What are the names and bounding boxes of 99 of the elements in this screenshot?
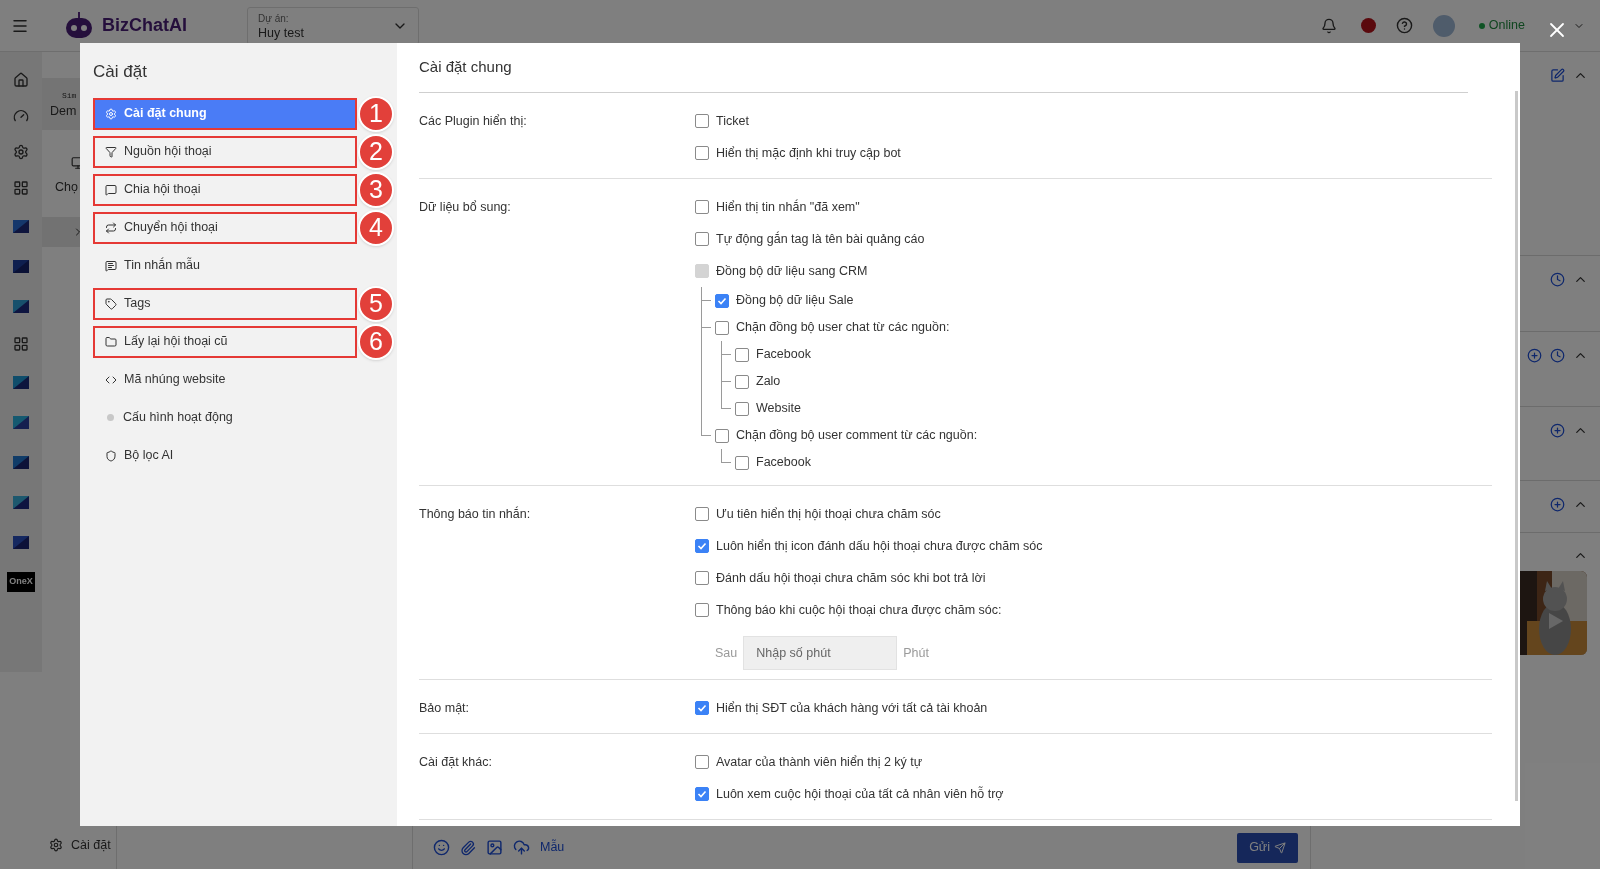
option-label: Hiển thị mặc định khi truy cập bot	[716, 144, 901, 162]
option-label: Tự động gắn tag là tên bài quảng cáo	[716, 230, 925, 248]
section-label: Thông báo tin nhắn:	[419, 505, 531, 523]
funnel-icon	[105, 145, 117, 158]
clock-icon[interactable]	[1550, 348, 1565, 363]
section-label: Dữ liệu bổ sung:	[419, 198, 511, 216]
nav-item[interactable]: Lấy lại hội thoại cũ	[93, 325, 357, 358]
send-button[interactable]: Gửi	[1237, 832, 1298, 863]
emoji-icon[interactable]	[433, 839, 450, 856]
checkbox[interactable]	[695, 146, 709, 160]
send-icon	[1274, 841, 1286, 854]
folder-icon	[105, 335, 117, 348]
number-badge: 4	[358, 209, 394, 246]
number-badge: 3	[358, 171, 394, 208]
add-icon[interactable]	[1527, 348, 1542, 363]
option-label: Website	[756, 400, 801, 418]
template-link[interactable]: Mẫu	[540, 838, 565, 857]
option-label: Thông báo khi cuộc hội thoại chưa được chăm sóc:	[716, 601, 1002, 619]
home-icon[interactable]	[13, 72, 29, 88]
upload-icon[interactable]	[513, 839, 530, 856]
checkbox[interactable]	[695, 232, 709, 246]
option-label: Đồng bộ dữ liệu sang CRM	[716, 262, 868, 280]
chat-text-icon	[105, 259, 117, 272]
clock-icon[interactable]	[1550, 272, 1565, 287]
grid-icon[interactable]	[13, 180, 29, 196]
checkbox[interactable]	[695, 701, 709, 715]
option-label: Hiển thị tin nhắn "đã xem"	[716, 198, 860, 216]
nav-item[interactable]: Cấu hình hoạt động	[93, 401, 357, 434]
checkbox[interactable]	[695, 539, 709, 553]
nav-item[interactable]: Tags	[93, 287, 357, 320]
option-label: Đánh dấu hội thoại chưa chăm sóc khi bot trả lời	[716, 569, 986, 587]
app-logo[interactable]: OneX	[7, 572, 35, 592]
number-badge: 6	[358, 323, 394, 360]
bell-icon[interactable]	[1320, 17, 1337, 34]
help-icon[interactable]	[1395, 17, 1413, 34]
section-label: Cài đặt khác:	[419, 753, 492, 771]
nav-item[interactable]: Bộ lọc AI	[93, 439, 357, 472]
add-icon[interactable]	[1550, 423, 1565, 438]
nav-item[interactable]: Chia hội thoại	[93, 173, 357, 206]
paperclip-icon[interactable]	[460, 839, 476, 856]
gauge-icon[interactable]	[13, 108, 29, 124]
project-value: Huy test	[258, 25, 304, 41]
checkbox[interactable]	[695, 507, 709, 521]
edit-icon[interactable]	[1550, 68, 1565, 83]
settings-link[interactable]: Cài đặt	[71, 835, 111, 855]
nav-item[interactable]: Mã nhúng website	[93, 363, 357, 396]
checkbox[interactable]	[695, 200, 709, 214]
tag-label: Sim	[62, 90, 77, 102]
checkbox[interactable]	[695, 755, 709, 769]
grid-icon[interactable]	[13, 336, 29, 352]
shield-icon	[105, 449, 117, 462]
dialog-title: Cài đặt	[93, 61, 148, 83]
project-label: Dự án:	[258, 11, 290, 26]
check-icon	[697, 703, 707, 713]
option-label: Luôn xem cuộc hội thoại của tất cả nhân viên hỗ trợ	[716, 785, 1004, 803]
prefix-label: Sau	[715, 644, 738, 662]
option-label: Luôn hiển thị icon đánh dấu hội thoại chưa được chăm sóc	[716, 537, 1043, 555]
option-label: Hiển thị SĐT của khách hàng với tất cả tài khoản	[716, 699, 988, 717]
option-label: Avatar của thành viên hiển thị 2 ký tự	[716, 753, 923, 771]
choose-label[interactable]: Chọ	[55, 178, 78, 197]
section-label: Bảo mật:	[419, 699, 470, 717]
nav-item[interactable]: Tin nhắn mẫu	[93, 249, 357, 282]
option-label: Đồng bộ dữ liệu Sale	[736, 292, 854, 310]
settings-icon	[105, 107, 117, 120]
option-label: Facebook	[756, 454, 811, 472]
option-label: Ưu tiên hiển thị hội thoại chưa chăm sóc	[716, 505, 941, 523]
nav-item[interactable]: Chuyển hội thoại	[93, 211, 357, 244]
settings-icon[interactable]	[49, 838, 63, 852]
image-icon[interactable]	[486, 839, 503, 856]
suffix-label: Phút	[903, 644, 929, 662]
option-label: Chặn đồng bộ user comment từ các nguồn:	[736, 427, 978, 445]
repeat-icon	[105, 221, 117, 234]
option-label: Chặn đồng bộ user chat từ các nguồn:	[736, 319, 950, 337]
checkbox[interactable]	[695, 787, 709, 801]
check-icon	[717, 295, 727, 306]
number-badge: 5	[358, 285, 394, 322]
content-title: Cài đặt chung	[419, 57, 512, 78]
check-icon	[697, 541, 707, 551]
number-badge: 1	[358, 95, 394, 132]
option-label: Zalo	[756, 373, 781, 391]
check-icon	[697, 789, 707, 799]
add-icon[interactable]	[1550, 497, 1565, 512]
section-label: Các Plugin hiển thị:	[419, 112, 527, 130]
nav-item[interactable]: Nguồn hội thoại	[93, 135, 357, 168]
card-title: Dem	[50, 103, 77, 120]
option-label: Ticket	[716, 112, 749, 130]
checkbox[interactable]	[695, 114, 709, 128]
number-badge: 2	[358, 133, 394, 170]
brand-name: BizChatAI	[102, 14, 187, 37]
scrollbar[interactable]	[1515, 91, 1518, 801]
message-icon	[105, 183, 117, 196]
flag-icon[interactable]	[1360, 18, 1376, 33]
checkbox[interactable]	[695, 603, 709, 617]
minutes-field[interactable]: Nhập số phút	[743, 636, 898, 670]
checkbox[interactable]	[695, 571, 709, 585]
nav-item[interactable]: Cài đặt chung	[93, 97, 357, 130]
option-label: Facebook	[756, 346, 811, 364]
settings-icon[interactable]	[13, 144, 29, 160]
tag-icon	[105, 297, 117, 310]
